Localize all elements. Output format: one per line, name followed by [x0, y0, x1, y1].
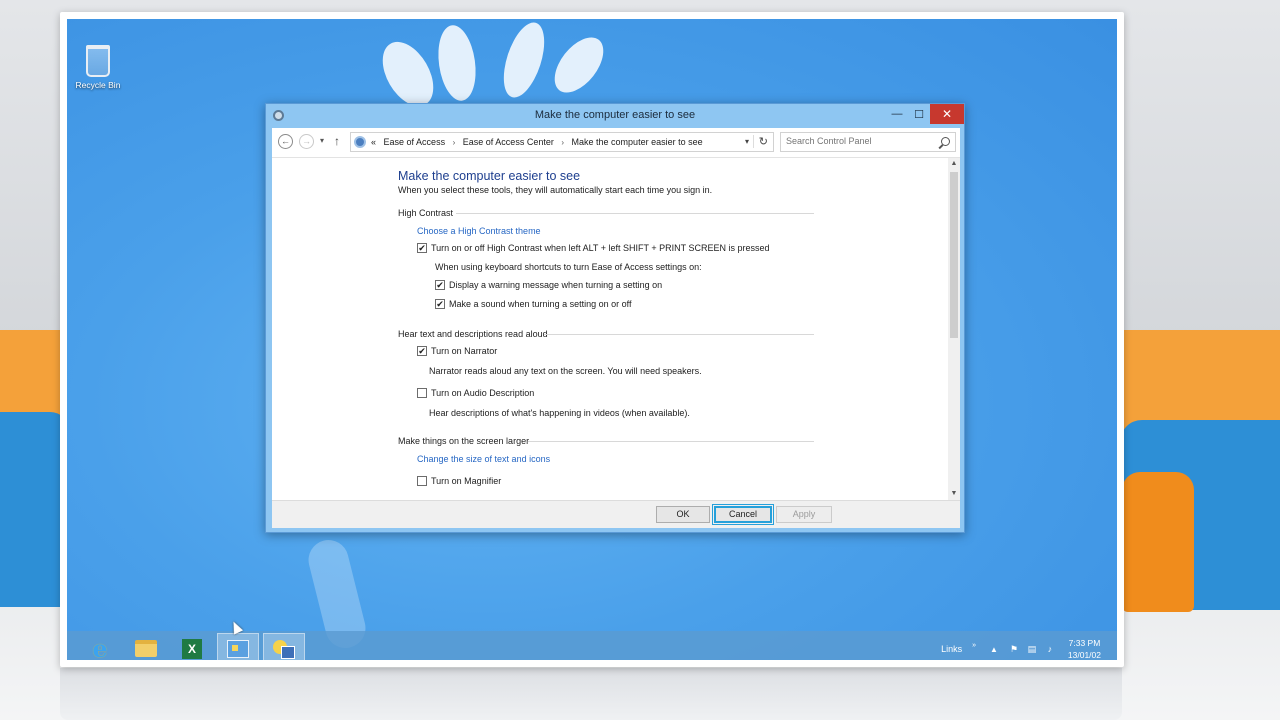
scroll-up-icon[interactable]: ▲: [948, 158, 960, 170]
sound-label: Make a sound when turning a setting on o…: [449, 299, 632, 309]
recycle-bin-icon: [86, 45, 110, 77]
warning-message-checkbox[interactable]: ✔: [435, 280, 445, 290]
sound-row[interactable]: ✔ Make a sound when turning a setting on…: [435, 299, 631, 309]
search-input[interactable]: [786, 136, 936, 146]
excel-icon: X: [182, 638, 202, 659]
audio-description-label: Turn on Audio Description: [431, 388, 535, 398]
internet-explorer-icon: e: [92, 634, 108, 660]
maximize-button[interactable]: ☐: [908, 104, 930, 124]
action-center-flag-icon[interactable]: ⚑: [1008, 644, 1020, 655]
cancel-button[interactable]: Cancel: [712, 504, 774, 525]
links-chevron-icon[interactable]: »: [972, 642, 976, 649]
back-button[interactable]: ←: [278, 134, 293, 149]
wallpaper-petal: [545, 28, 613, 102]
narrator-label: Turn on Narrator: [431, 346, 498, 356]
warning-message-label: Display a warning message when turning a…: [449, 280, 663, 290]
recycle-bin[interactable]: Recycle Bin: [69, 45, 127, 90]
section-divider: [528, 441, 814, 442]
narrator-description: Narrator reads aloud any text on the scr…: [429, 366, 702, 376]
dialog-button-bar: OK Cancel Apply: [272, 500, 960, 528]
wallpaper-petal: [495, 19, 553, 103]
clock-date: 13/01/02: [1067, 650, 1101, 660]
magnifier-checkbox[interactable]: [417, 476, 427, 486]
content-pane: Make the computer easier to see When you…: [272, 158, 960, 500]
text-size-link[interactable]: Change the size of text and icons: [417, 454, 550, 464]
search-box[interactable]: [780, 132, 956, 152]
section-heading-larger: Make things on the screen larger: [398, 436, 530, 446]
taskbar-file-explorer[interactable]: [125, 633, 167, 660]
high-contrast-theme-link[interactable]: Choose a High Contrast theme: [417, 226, 541, 236]
floor-reflection: [60, 668, 1122, 720]
show-hidden-icons-button[interactable]: ▲: [990, 645, 998, 654]
minimize-button[interactable]: —: [886, 104, 908, 124]
audio-description-desc: Hear descriptions of what's happening in…: [429, 408, 690, 418]
address-dropdown-icon[interactable]: ▾: [745, 137, 749, 146]
system-tray: Links » ▲ ⚑ ▤ ♪ 7:33 PM 13/01/02: [941, 637, 1101, 660]
breadcrumb-ease-of-access[interactable]: Ease of Access: [384, 137, 446, 147]
control-panel-window: Make the computer easier to see — ☐ ✕ ← …: [265, 103, 965, 533]
page-description: When you select these tools, they will a…: [398, 185, 713, 195]
window-controls: — ☐ ✕: [886, 104, 964, 124]
backdrop-orange-stool: [1122, 472, 1194, 612]
search-icon[interactable]: [941, 137, 950, 146]
taskbar-control-panel[interactable]: [217, 633, 259, 660]
vertical-scrollbar[interactable]: ▲ ▼: [948, 158, 960, 500]
ease-of-access-taskbar-icon: [273, 639, 295, 659]
section-heading-high-contrast: High Contrast: [398, 208, 454, 218]
recent-locations-button[interactable]: ▾: [320, 136, 324, 145]
control-panel-icon: [354, 136, 366, 148]
high-contrast-shortcut-checkbox[interactable]: ✔: [417, 243, 427, 253]
breadcrumb-ease-of-access-center[interactable]: Ease of Access Center: [463, 137, 554, 147]
section-divider: [544, 334, 814, 335]
scroll-down-icon[interactable]: ▼: [948, 488, 960, 500]
breadcrumb-current-page[interactable]: Make the computer easier to see: [572, 137, 703, 147]
title-bar[interactable]: Make the computer easier to see — ☐ ✕: [266, 104, 964, 128]
section-heading-narration: Hear text and descriptions read aloud: [398, 329, 548, 339]
magnifier-row[interactable]: Turn on Magnifier: [417, 476, 501, 486]
address-bar[interactable]: « Ease of Access › Ease of Access Center…: [350, 132, 774, 152]
forward-button[interactable]: →: [299, 134, 314, 149]
navigation-bar: ← → ▾ ↑ « Ease of Access › Ease of Acces…: [272, 128, 960, 158]
folder-icon: [135, 640, 157, 657]
clock-time: 7:33 PM: [1068, 638, 1101, 648]
ok-button[interactable]: OK: [656, 506, 710, 523]
narrator-checkbox[interactable]: ✔: [417, 346, 427, 356]
audio-description-checkbox[interactable]: [417, 388, 427, 398]
recycle-bin-label: Recycle Bin: [75, 80, 121, 90]
apply-button[interactable]: Apply: [776, 506, 832, 523]
narrator-row[interactable]: ✔ Turn on Narrator: [417, 346, 497, 356]
high-contrast-shortcut-label: Turn on or off High Contrast when left A…: [431, 243, 770, 253]
sound-checkbox[interactable]: ✔: [435, 299, 445, 309]
links-toolbar[interactable]: Links: [941, 644, 962, 654]
monitor-screen: Recycle Bin Make the computer easier to …: [60, 12, 1124, 667]
up-button[interactable]: ↑: [334, 134, 340, 148]
desktop: Recycle Bin Make the computer easier to …: [67, 19, 1117, 660]
taskbar-excel[interactable]: X: [171, 633, 213, 660]
refresh-icon[interactable]: ↻: [752, 135, 768, 148]
taskbar-ease-of-access[interactable]: [263, 633, 305, 660]
scroll-thumb[interactable]: [950, 172, 958, 338]
taskbar-internet-explorer[interactable]: e: [79, 633, 121, 660]
control-panel-icon: [227, 639, 249, 658]
high-contrast-toggle-row[interactable]: ✔ Turn on or off High Contrast when left…: [417, 243, 769, 253]
page-title: Make the computer easier to see: [398, 169, 581, 183]
breadcrumb-separator[interactable]: ›: [453, 138, 456, 147]
breadcrumb-overflow[interactable]: «: [371, 137, 376, 147]
audio-description-row[interactable]: Turn on Audio Description: [417, 388, 534, 398]
warning-message-row[interactable]: ✔ Display a warning message when turning…: [435, 280, 662, 290]
clock[interactable]: 7:33 PM 13/01/02: [1068, 637, 1101, 660]
breadcrumb: « Ease of Access › Ease of Access Center…: [371, 137, 703, 147]
taskbar: e X Links » ▲ ⚑ ▤ ♪ 7:33 PM 13/01/02: [67, 631, 1117, 660]
volume-icon[interactable]: ♪: [1044, 644, 1056, 655]
shortcut-note: When using keyboard shortcuts to turn Ea…: [435, 262, 702, 272]
breadcrumb-separator[interactable]: ›: [561, 138, 564, 147]
network-icon[interactable]: ▤: [1026, 644, 1038, 655]
magnifier-label: Turn on Magnifier: [431, 476, 502, 486]
window-title: Make the computer easier to see: [534, 109, 696, 121]
close-button[interactable]: ✕: [930, 104, 964, 124]
wallpaper-petal: [433, 22, 481, 104]
section-divider: [456, 213, 814, 214]
